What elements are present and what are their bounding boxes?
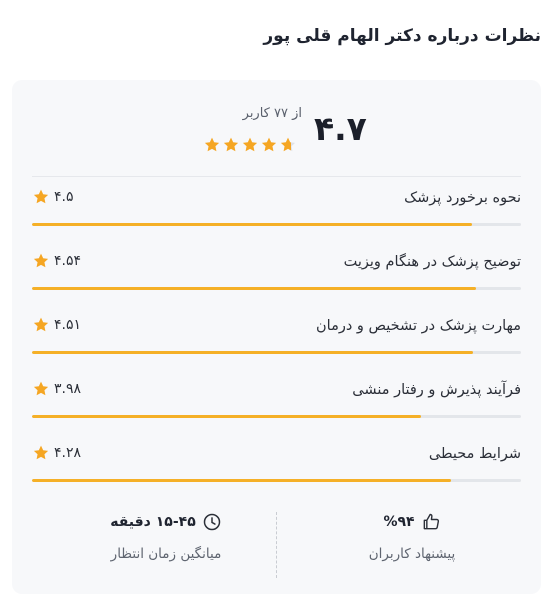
star-icon — [33, 253, 49, 268]
wait-time-stat: ۱۵-۴۵ دقیقه میانگین زمان انتظار — [66, 510, 266, 562]
rating-label: مهارت پزشک در تشخیص و درمان — [316, 318, 521, 334]
rating-score: ۴.۵۴ — [32, 252, 81, 270]
rating-value: ۴.۲۸ — [54, 445, 82, 461]
rating-label: فرآیند پذیرش و رفتار منشی — [352, 382, 521, 398]
recommend-value: %۹۴ — [383, 514, 415, 530]
rating-value: ۴.۵ — [54, 189, 74, 205]
rating-row: نحوه برخورد پزشک ۴.۵ — [32, 176, 521, 240]
rating-row: فرآیند پذیرش و رفتار منشی ۳.۹۸ — [32, 368, 521, 432]
rating-bar-fill — [32, 351, 474, 354]
rating-bar-fill — [32, 415, 422, 418]
wait-time-label: میانگین زمان انتظار — [110, 546, 222, 562]
rating-row: مهارت پزشک در تشخیص و درمان ۴.۵۱ — [32, 304, 521, 368]
review-count: از ۷۷ کاربر — [242, 106, 302, 121]
footer-divider — [276, 512, 277, 578]
thumbs-up-icon — [423, 513, 439, 530]
rating-bar — [32, 287, 521, 290]
recommend-stat: %۹۴ پیشنهاد کاربران — [312, 510, 512, 562]
rating-bar-fill — [32, 479, 451, 482]
rating-value: ۴.۵۱ — [54, 317, 82, 333]
rating-bar — [32, 223, 521, 226]
rating-label: نحوه برخورد پزشک — [404, 190, 521, 206]
rating-score: ۴.۲۸ — [32, 444, 81, 462]
star-icon — [242, 137, 258, 152]
page-title: نظرات درباره دکتر الهام قلی پور — [263, 26, 541, 46]
star-icon — [33, 381, 49, 396]
star-icon — [280, 137, 296, 152]
rating-score: ۴.۵۱ — [32, 316, 81, 334]
rating-score: ۴.۵ — [32, 188, 74, 206]
recommend-label: پیشنهاد کاربران — [368, 546, 456, 562]
rating-row: شرایط محیطی ۴.۲۸ — [32, 432, 521, 496]
rating-value: ۳.۹۸ — [54, 381, 82, 397]
rating-row: توضیح پزشک در هنگام ویزیت ۴.۵۴ — [32, 240, 521, 304]
rating-bar — [32, 415, 521, 418]
rating-bar-fill — [32, 287, 476, 290]
rating-bar — [32, 351, 521, 354]
star-icon — [204, 137, 220, 152]
star-icon — [33, 317, 49, 332]
stats-footer: ۱۵-۴۵ دقیقه میانگین زمان انتظار %۹۴ پیشن… — [12, 510, 541, 594]
rating-label: شرایط محیطی — [428, 446, 521, 462]
wait-time-value: ۱۵-۴۵ دقیقه — [110, 514, 196, 530]
rating-score: ۳.۹۸ — [32, 380, 81, 398]
clock-icon — [203, 513, 220, 531]
rating-bar — [32, 479, 521, 482]
rating-bar-fill — [32, 223, 473, 226]
rating-summary: ۴.۷ از ۷۷ کاربر — [12, 80, 541, 176]
star-icon — [33, 445, 49, 460]
summary-stars — [203, 136, 297, 154]
average-rating: ۴.۷ — [314, 109, 367, 148]
rating-value: ۴.۵۴ — [54, 253, 82, 269]
star-icon — [223, 137, 239, 152]
rating-label: توضیح پزشک در هنگام ویزیت — [343, 254, 521, 270]
star-icon — [33, 189, 49, 204]
star-icon — [261, 137, 277, 152]
reviews-card: ۴.۷ از ۷۷ کاربر نحوه برخورد پزشک ۴.۵ توضیح… — [12, 80, 541, 594]
